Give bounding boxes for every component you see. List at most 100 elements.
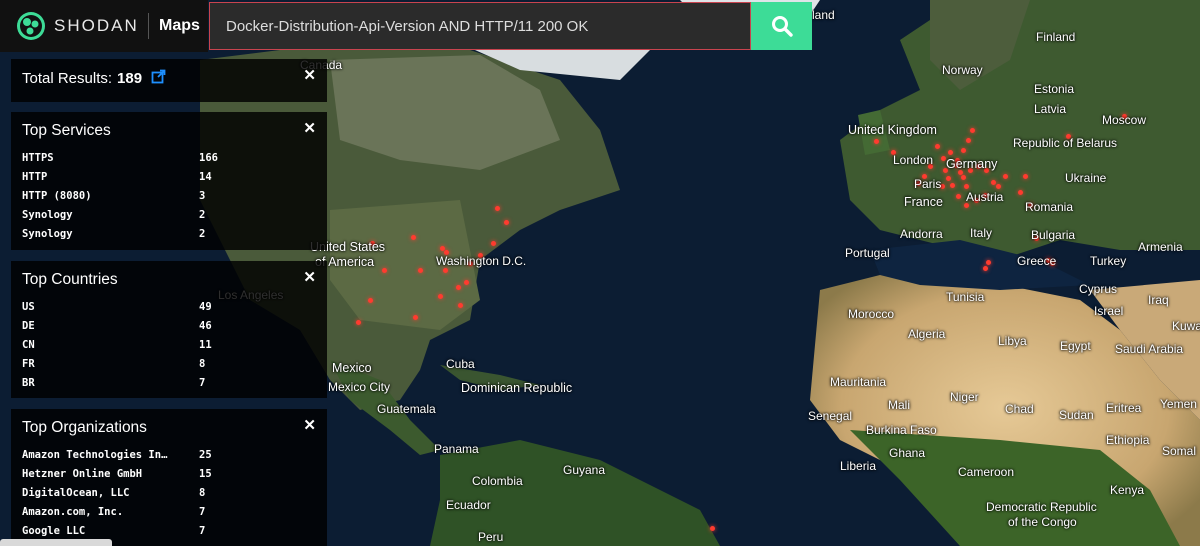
result-marker[interactable] <box>956 194 961 199</box>
shodan-logo[interactable]: SHODAN <box>0 0 137 52</box>
map-label-iceland: land <box>812 8 835 22</box>
result-marker[interactable] <box>991 180 996 185</box>
map-label-guatemala: Guatemala <box>377 402 436 416</box>
map-label-yemen: Yemen <box>1160 397 1197 411</box>
result-marker[interactable] <box>504 220 509 225</box>
top-organizations-panel: Top Organizations ✕ Amazon Technologies … <box>11 409 327 546</box>
facet-row[interactable]: DigitalOcean, LLC 8 <box>22 483 316 502</box>
map-label-greece: Greece <box>1017 254 1057 268</box>
result-marker[interactable] <box>1023 174 1028 179</box>
result-marker[interactable] <box>418 268 423 273</box>
result-marker[interactable] <box>948 150 953 155</box>
close-button[interactable]: ✕ <box>303 268 316 286</box>
facet-row[interactable]: BR 7 <box>22 373 316 392</box>
facet-row[interactable]: US 49 <box>22 297 316 316</box>
result-marker[interactable] <box>996 184 1001 189</box>
result-marker[interactable] <box>961 175 966 180</box>
map-label-panama: Panama <box>434 442 479 456</box>
attribution-tab[interactable] <box>0 539 112 546</box>
map-label-austria: Austria <box>966 190 1004 204</box>
facet-row[interactable]: Amazon Technologies In… 25 <box>22 445 316 464</box>
map-label-drc1: Democratic Republic <box>986 500 1097 514</box>
result-marker[interactable] <box>966 138 971 143</box>
search-input[interactable] <box>209 2 751 50</box>
map-label-iraq: Iraq <box>1148 293 1169 307</box>
map-label-andorra: Andorra <box>900 227 943 241</box>
map-label-armenia: Armenia <box>1138 240 1183 254</box>
map-label-ghana: Ghana <box>889 446 926 460</box>
total-results-value: 189 <box>117 70 143 87</box>
map-label-chad: Chad <box>1005 402 1034 416</box>
result-marker[interactable] <box>950 183 955 188</box>
result-marker[interactable] <box>1018 190 1023 195</box>
search-button[interactable] <box>751 2 812 50</box>
map-label-ukraine: Ukraine <box>1065 171 1107 185</box>
facet-row[interactable]: HTTP (8080) 3 <box>22 186 316 205</box>
map-label-norway: Norway <box>942 63 983 77</box>
result-marker[interactable] <box>1003 174 1008 179</box>
facet-count: 49 <box>199 300 212 313</box>
result-marker[interactable] <box>874 139 879 144</box>
facet-row[interactable]: CN 11 <box>22 335 316 354</box>
facet-count: 25 <box>199 448 212 461</box>
map-label-mexicocity: Mexico City <box>328 380 391 394</box>
facet-row[interactable]: DE 46 <box>22 316 316 335</box>
shodan-logo-icon <box>16 11 46 41</box>
map-label-libya: Libya <box>998 334 1027 348</box>
result-marker[interactable] <box>368 298 373 303</box>
facet-row[interactable]: Amazon.com, Inc. 7 <box>22 502 316 521</box>
close-button[interactable]: ✕ <box>303 66 316 84</box>
facet-count: 15 <box>199 467 212 480</box>
map-label-somalia: Somal <box>1162 444 1197 458</box>
result-marker[interactable] <box>464 280 469 285</box>
facet-row[interactable]: Google LLC 7 <box>22 521 316 540</box>
result-marker[interactable] <box>411 235 416 240</box>
facet-key: HTTPS <box>22 151 54 164</box>
map-label-dr: Dominican Republic <box>461 381 573 395</box>
facet-key: FR <box>22 357 35 370</box>
result-marker[interactable] <box>438 294 443 299</box>
close-button[interactable]: ✕ <box>303 416 316 434</box>
result-marker[interactable] <box>356 320 361 325</box>
result-marker[interactable] <box>443 268 448 273</box>
result-marker[interactable] <box>946 176 951 181</box>
result-marker[interactable] <box>710 526 715 531</box>
result-marker[interactable] <box>964 184 969 189</box>
result-marker[interactable] <box>413 315 418 320</box>
result-marker[interactable] <box>983 266 988 271</box>
result-marker[interactable] <box>935 144 940 149</box>
facet-row[interactable]: Synology 2 <box>22 224 316 243</box>
result-marker[interactable] <box>382 268 387 273</box>
facet-row[interactable]: Hetzner Online GmbH 15 <box>22 464 316 483</box>
result-marker[interactable] <box>495 206 500 211</box>
facet-row[interactable]: HTTP 14 <box>22 167 316 186</box>
map-label-niger: Niger <box>950 390 979 404</box>
facet-count: 166 <box>199 151 218 164</box>
result-marker[interactable] <box>491 241 496 246</box>
map-label-saudi: Saudi Arabia <box>1115 342 1184 356</box>
map-label-sudan: Sudan <box>1059 408 1094 422</box>
total-results-panel: Total Results: 189 ✕ <box>11 59 327 102</box>
facet-key: Synology <box>22 208 73 221</box>
external-link-icon[interactable] <box>151 69 166 88</box>
panel-title: Top Services <box>22 122 111 139</box>
facet-row[interactable]: Synology 2 <box>22 205 316 224</box>
facet-count: 8 <box>199 486 206 499</box>
result-marker[interactable] <box>458 303 463 308</box>
facet-row[interactable]: HTTPS 166 <box>22 148 316 167</box>
map-label-turkey: Turkey <box>1090 254 1127 268</box>
close-button[interactable]: ✕ <box>303 119 316 137</box>
result-marker[interactable] <box>970 128 975 133</box>
maps-link[interactable]: Maps <box>159 17 200 35</box>
map-label-france: France <box>904 195 943 209</box>
map-label-cyprus: Cyprus <box>1079 282 1118 296</box>
facet-key: Google LLC <box>22 524 86 537</box>
facet-count: 14 <box>199 170 212 183</box>
facet-count: 8 <box>199 357 206 370</box>
top-countries-panel: Top Countries ✕ US 49 DE 46 CN 11 FR 8 BR 7 <box>11 261 327 398</box>
result-marker[interactable] <box>986 260 991 265</box>
map-label-dc: Washington D.C. <box>436 254 527 268</box>
result-marker[interactable] <box>961 148 966 153</box>
facet-row[interactable]: FR 8 <box>22 354 316 373</box>
result-marker[interactable] <box>456 285 461 290</box>
